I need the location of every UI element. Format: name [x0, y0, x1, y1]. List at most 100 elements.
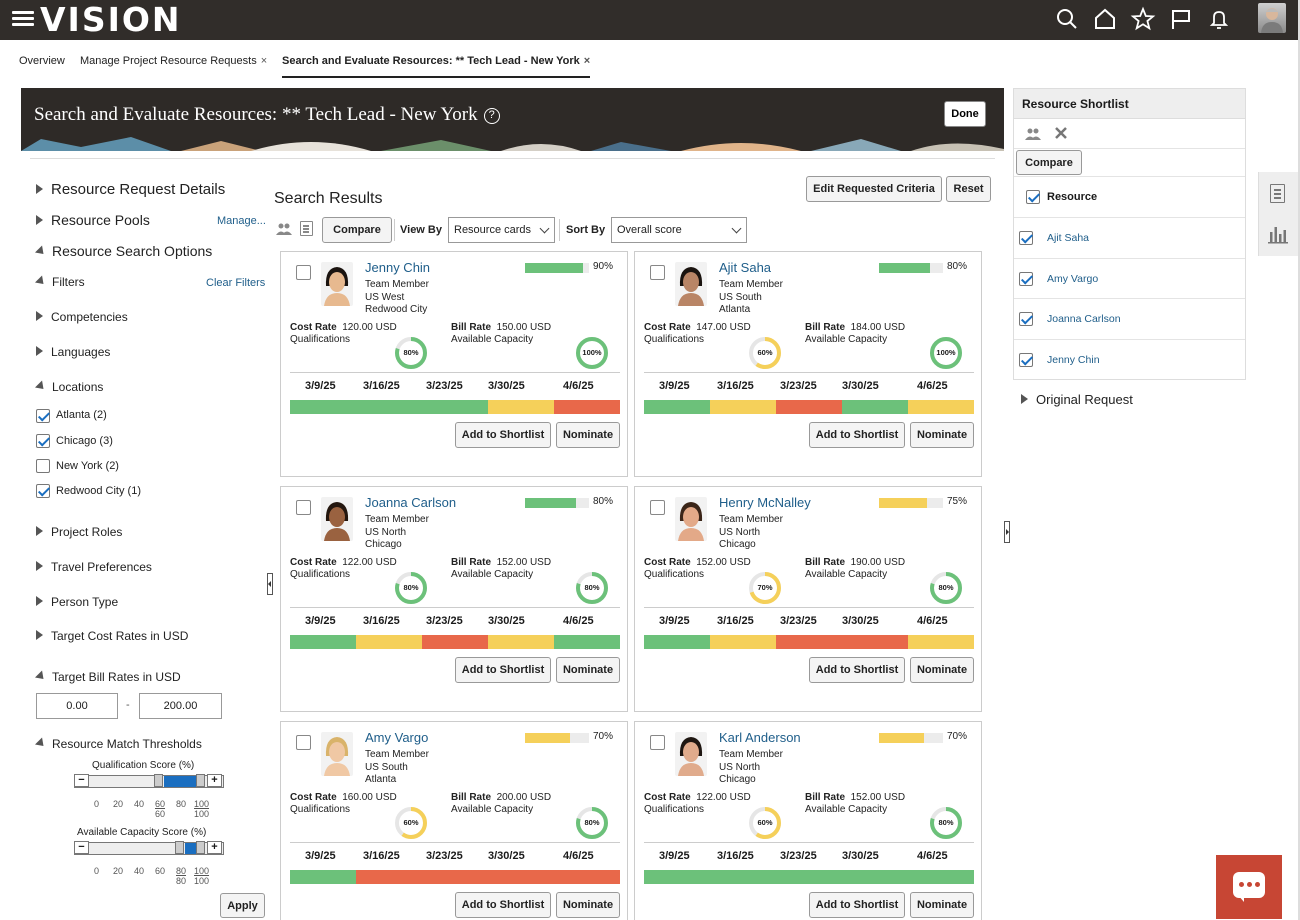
nominate-button[interactable]: Nominate — [910, 892, 974, 918]
add-to-shortlist-button[interactable]: Add to Shortlist — [455, 422, 551, 448]
section-resource-search-options[interactable]: Resource Search Options — [34, 243, 212, 259]
resource-name-link[interactable]: Ajit Saha — [719, 260, 771, 275]
resource-name-link[interactable]: Jenny Chin — [365, 260, 430, 275]
tab-overview[interactable]: Overview — [19, 44, 65, 78]
favorites-star-icon[interactable] — [1130, 6, 1156, 32]
nominate-button[interactable]: Nominate — [910, 657, 974, 683]
close-tab-icon[interactable]: × — [261, 55, 267, 67]
section-locations[interactable]: Locations — [34, 380, 103, 394]
section-travel-preferences[interactable]: Travel Preferences — [36, 560, 152, 574]
section-target-cost-rates[interactable]: Target Cost Rates in USD — [36, 629, 188, 643]
add-to-shortlist-button[interactable]: Add to Shortlist — [809, 657, 905, 683]
section-project-roles[interactable]: Project Roles — [36, 525, 122, 539]
home-icon[interactable] — [1092, 6, 1118, 32]
shortlist-item-name[interactable]: Amy Vargo — [1047, 273, 1098, 285]
close-tab-icon[interactable]: × — [584, 55, 590, 67]
section-original-request[interactable]: Original Request — [1021, 392, 1133, 407]
location-chicago-checkbox[interactable] — [36, 434, 50, 448]
slider-thumb-high[interactable] — [196, 841, 205, 854]
resource-name-link[interactable]: Henry McNalley — [719, 495, 811, 510]
capacity-score-slider[interactable]: − + 0 20 40 60 80 100 80 100 — [74, 841, 224, 887]
analytics-chart-icon[interactable] — [1268, 224, 1288, 244]
user-avatar[interactable] — [1258, 3, 1286, 33]
clear-filters-link[interactable]: Clear Filters — [206, 277, 265, 289]
nominate-button[interactable]: Nominate — [910, 422, 974, 448]
compare-button[interactable]: Compare — [322, 217, 392, 243]
section-target-bill-rates[interactable]: Target Bill Rates in USD — [34, 670, 181, 684]
location-redwood-city-checkbox[interactable] — [36, 484, 50, 498]
slider-thumb-low[interactable] — [175, 841, 184, 854]
shortlist-item-name[interactable]: Jenny Chin — [1047, 354, 1100, 366]
section-person-type[interactable]: Person Type — [36, 595, 118, 609]
nominate-button[interactable]: Nominate — [556, 422, 620, 448]
tick-label: 0 — [94, 866, 100, 876]
tick-label: 0 — [94, 799, 100, 809]
resource-select-checkbox[interactable] — [296, 265, 311, 280]
shortlist-item-checkbox[interactable] — [1019, 272, 1033, 286]
shortlist-item-name[interactable]: Joanna Carlson — [1047, 313, 1121, 325]
flag-icon[interactable] — [1168, 6, 1194, 32]
section-filters[interactable]: Filters — [34, 275, 85, 289]
resource-select-checkbox[interactable] — [650, 500, 665, 515]
resource-name-link[interactable]: Amy Vargo — [365, 730, 428, 745]
expand-right-panel-handle[interactable] — [1004, 521, 1010, 543]
bill-rate-max-input[interactable]: 200.00 — [139, 693, 222, 719]
slider-thumb-low[interactable] — [154, 774, 163, 787]
group-people-icon[interactable] — [1025, 127, 1041, 141]
hamburger-menu-icon[interactable] — [12, 8, 34, 30]
shortlist-compare-button[interactable]: Compare — [1016, 150, 1082, 175]
increase-button[interactable]: + — [207, 841, 222, 854]
resource-select-checkbox[interactable] — [296, 735, 311, 750]
tab-search-evaluate[interactable]: Search and Evaluate Resources: ** Tech L… — [282, 44, 591, 78]
add-to-shortlist-button[interactable]: Add to Shortlist — [809, 892, 905, 918]
app-logo[interactable]: VISION — [40, 0, 182, 40]
sort-by-select[interactable]: Overall score — [611, 217, 747, 243]
qualification-score-slider[interactable]: − + 0 20 40 60 80 100 60 100 — [74, 774, 224, 820]
capacity-label: Available Capacity — [805, 334, 888, 345]
increase-button[interactable]: + — [207, 774, 222, 787]
reset-button[interactable]: Reset — [946, 176, 991, 202]
add-to-shortlist-icon[interactable] — [276, 222, 292, 236]
search-icon[interactable] — [1054, 6, 1080, 32]
decrease-button[interactable]: − — [74, 841, 89, 854]
resource-select-checkbox[interactable] — [650, 265, 665, 280]
resource-select-checkbox[interactable] — [296, 500, 311, 515]
shortlist-item-name[interactable]: Ajit Saha — [1047, 232, 1089, 244]
section-resource-match-thresholds[interactable]: Resource Match Thresholds — [34, 737, 202, 751]
remove-close-icon[interactable] — [1054, 126, 1068, 140]
resource-select-checkbox[interactable] — [650, 735, 665, 750]
chat-assistant-button[interactable] — [1216, 855, 1282, 919]
decrease-button[interactable]: − — [74, 774, 89, 787]
section-competencies[interactable]: Competencies — [36, 310, 128, 324]
view-by-select[interactable]: Resource cards — [448, 217, 555, 243]
section-resource-request-details[interactable]: Resource Request Details — [36, 181, 225, 198]
resource-name-link[interactable]: Joanna Carlson — [365, 495, 456, 510]
notifications-bell-icon[interactable] — [1206, 6, 1232, 32]
shortlist-item-checkbox[interactable] — [1019, 353, 1033, 367]
tab-manage-requests[interactable]: Manage Project Resource Requests × — [80, 44, 267, 78]
apply-thresholds-button[interactable]: Apply — [220, 893, 265, 918]
resource-name-link[interactable]: Karl Anderson — [719, 730, 801, 745]
nominate-button[interactable]: Nominate — [556, 657, 620, 683]
add-to-shortlist-button[interactable]: Add to Shortlist — [455, 657, 551, 683]
add-to-shortlist-button[interactable]: Add to Shortlist — [455, 892, 551, 918]
manage-pools-link[interactable]: Manage... — [217, 215, 266, 227]
notes-document-icon[interactable] — [1270, 184, 1285, 203]
select-all-checkbox[interactable] — [1026, 190, 1040, 204]
bill-rate-min-input[interactable]: 0.00 — [36, 693, 118, 719]
collapse-left-panel-handle[interactable] — [267, 573, 273, 595]
shortlist-item-checkbox[interactable] — [1019, 312, 1033, 326]
location-new-york-checkbox[interactable] — [36, 459, 50, 473]
bill-rate-label: Bill Rate — [451, 322, 492, 333]
done-button[interactable]: Done — [944, 101, 986, 127]
shortlist-item-checkbox[interactable] — [1019, 231, 1033, 245]
edit-requested-criteria-button[interactable]: Edit Requested Criteria — [806, 176, 942, 202]
document-icon[interactable] — [300, 221, 313, 236]
nominate-button[interactable]: Nominate — [556, 892, 620, 918]
slider-thumb-high[interactable] — [196, 774, 205, 787]
add-to-shortlist-button[interactable]: Add to Shortlist — [809, 422, 905, 448]
help-icon[interactable]: ? — [483, 108, 500, 124]
location-atlanta-checkbox[interactable] — [36, 409, 50, 423]
section-languages[interactable]: Languages — [36, 345, 110, 359]
section-resource-pools[interactable]: Resource Pools — [36, 212, 150, 228]
